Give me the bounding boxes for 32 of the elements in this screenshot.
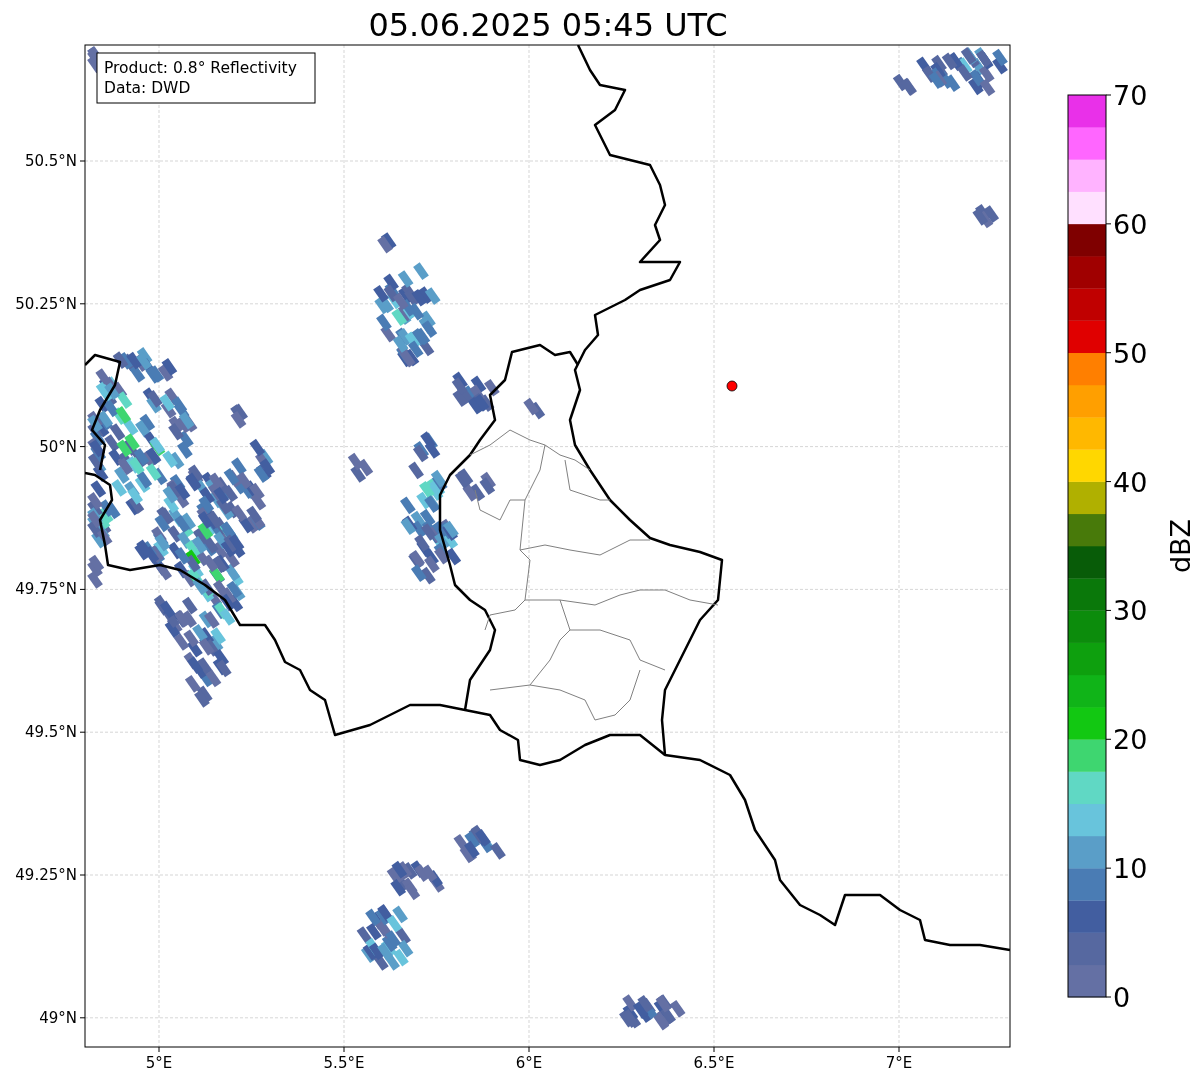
x-axis-tick-label: 5°E (145, 1054, 173, 1072)
tick-mark (1105, 609, 1112, 611)
y-axis-tick-label: 50°N (39, 437, 77, 456)
info-text: Product: 0.8° Reflectivity (104, 59, 297, 77)
tick-mark (1105, 223, 1112, 225)
colorbar-tick-label: 70 (1113, 80, 1148, 111)
info-text: Data: DWD (104, 79, 191, 97)
tick-mark (1105, 481, 1112, 483)
colorbar-label: dBZ (1165, 518, 1196, 574)
colorbar-tick-label: 0 (1113, 982, 1131, 1013)
colorbar-tick-label: 60 (1113, 208, 1148, 240)
y-axis-tick-label: 50.5°N (24, 152, 77, 170)
colorbar-tick-label: 40 (1113, 466, 1148, 498)
x-axis-tick-label: 5.5°E (323, 1054, 365, 1072)
plot-title: 05.06.2025 05:45 UTC (368, 6, 728, 44)
y-axis-tick-label: 49.75°N (15, 580, 77, 599)
tick-mark (1105, 996, 1112, 998)
colorbar-tick-label: 30 (1113, 595, 1148, 627)
x-axis-tick-label: 7°E (885, 1054, 913, 1072)
colorbar-tick-label: 50 (1113, 337, 1148, 369)
tick-mark (1105, 94, 1112, 96)
x-axis-tick-label: 6°E (515, 1054, 543, 1072)
y-axis-tick-label: 49.5°N (24, 723, 77, 742)
colorbar-tick-label: 10 (1113, 853, 1148, 885)
tick-mark (1105, 867, 1112, 869)
colorbar-tick-label: 20 (1113, 724, 1148, 756)
y-axis-tick-label: 50.25°N (15, 294, 77, 313)
y-axis-tick-label: 49°N (39, 1008, 77, 1027)
tick-mark (1105, 738, 1112, 740)
y-axis-tick-label: 49.25°N (15, 866, 77, 884)
tick-mark (1105, 352, 1112, 354)
x-axis-tick-label: 6.5°E (693, 1054, 735, 1072)
